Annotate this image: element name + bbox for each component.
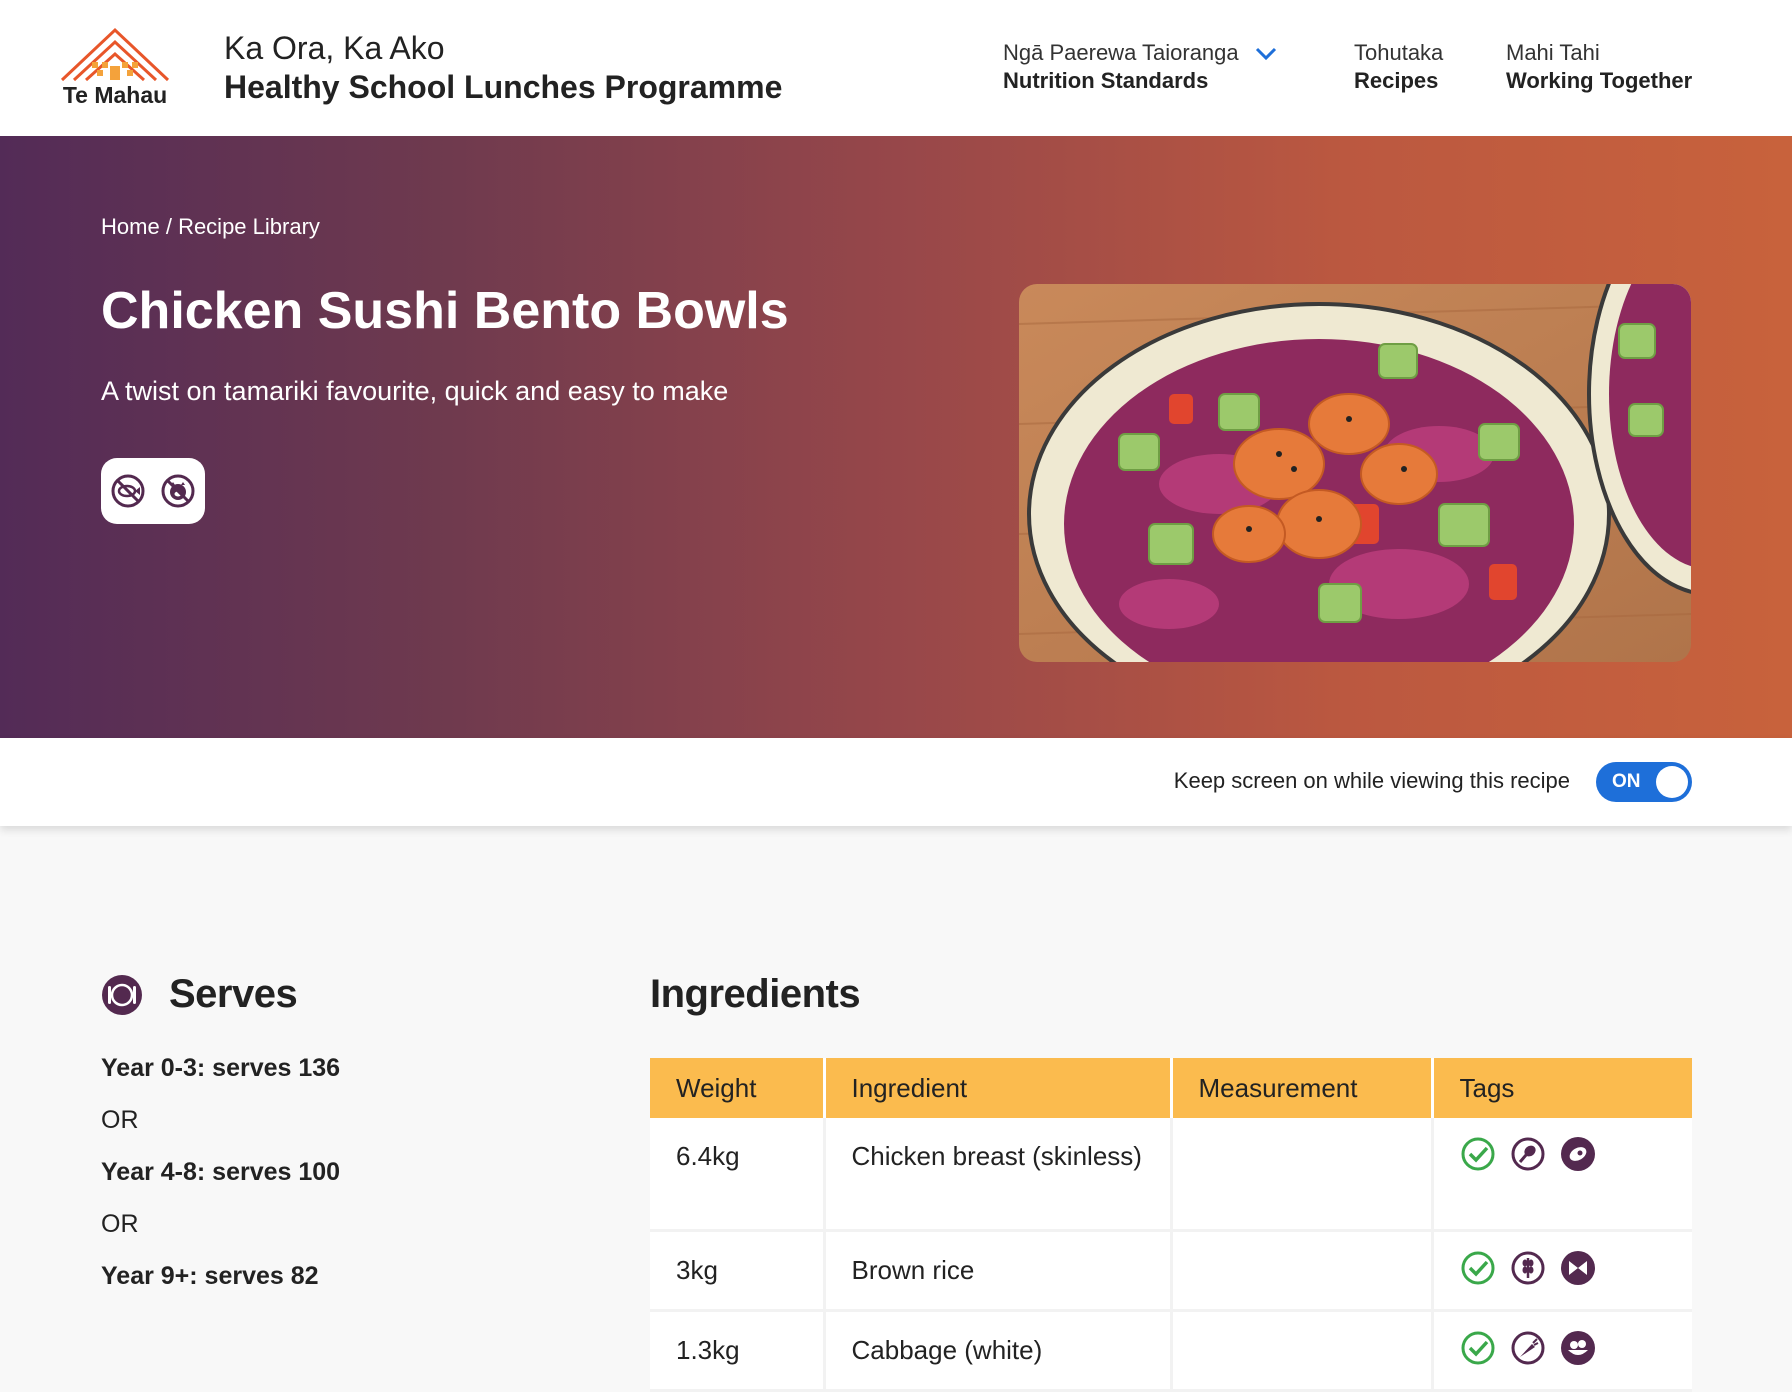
brand-main-title: Healthy School Lunches Programme: [224, 69, 783, 105]
plate-cutlery-icon: [102, 974, 142, 1015]
ingredients-heading: Ingredients: [650, 972, 861, 1016]
ingredients-section: Ingredients Weight Ingredient Measuremen…: [650, 972, 1692, 1392]
dietary-tags: [101, 458, 205, 524]
serves-year-9-plus: Year 9+: serves 82: [101, 1262, 319, 1290]
cell-measurement: [1171, 1118, 1434, 1232]
brand-subtitle: Ka Ora, Ka Ako: [224, 30, 445, 66]
recipe-photo: [1019, 284, 1691, 662]
check-icon: [1461, 1251, 1494, 1284]
grain-icon: [1511, 1251, 1544, 1284]
check-icon: [1461, 1331, 1494, 1364]
cell-tags: [1432, 1310, 1692, 1392]
nav-recipes-maori: Tohutaka: [1354, 40, 1444, 65]
serves-year-0-3: Year 0-3: serves 136: [101, 1054, 341, 1082]
nav-working-together[interactable]: Mahi Tahi Working Together: [1506, 40, 1692, 94]
nav-recipes-english: Recipes: [1354, 68, 1439, 93]
drumstick-icon: [1511, 1137, 1544, 1171]
brand-title[interactable]: Ka Ora, Ka Ako Healthy School Lunches Pr…: [224, 30, 782, 106]
table-row: 1.3kg Cabbage (white): [650, 1310, 1692, 1392]
serves-list: Year 0-3: serves 136 OR Year 4-8: serves…: [101, 1053, 561, 1313]
nav-working-together-maori: Mahi Tahi: [1506, 40, 1600, 65]
serves-section: Serves Year 0-3: serves 136 OR Year 4-8:…: [101, 972, 561, 1313]
cell-measurement: [1171, 1230, 1434, 1312]
keep-screen-label: Keep screen on while viewing this recipe: [1173, 768, 1570, 793]
table-row: 3kg Brown rice: [650, 1230, 1692, 1312]
cell-ingredient: Brown rice: [824, 1230, 1173, 1312]
cell-weight: 1.3kg: [650, 1310, 826, 1392]
table-row: 6.4kg Chicken breast (skinless): [650, 1118, 1692, 1232]
vegetables-icon: [1560, 1330, 1595, 1365]
no-pork-icon: [161, 474, 195, 508]
breadcrumb-home[interactable]: Home: [101, 214, 160, 239]
nav-recipes[interactable]: Tohutaka Recipes: [1354, 40, 1443, 94]
nav-working-together-english: Working Together: [1506, 68, 1693, 93]
cell-weight: 6.4kg: [650, 1118, 826, 1232]
column-header-weight: Weight: [650, 1058, 826, 1118]
cell-ingredient: Chicken breast (skinless): [824, 1118, 1173, 1232]
keep-screen-toggle[interactable]: ON: [1596, 762, 1692, 802]
column-header-ingredient: Ingredient: [824, 1058, 1173, 1118]
breadcrumb-recipe-library[interactable]: Recipe Library: [178, 214, 320, 239]
keep-screen-bar: Keep screen on while viewing this recipe…: [0, 738, 1792, 826]
logo-text: Te Mahau: [62, 82, 168, 108]
column-header-tags: Tags: [1432, 1058, 1692, 1118]
table-header-row: Weight Ingredient Measurement Tags: [650, 1058, 1692, 1118]
carrot-icon: [1511, 1331, 1544, 1364]
cell-ingredient: Cabbage (white): [824, 1310, 1173, 1392]
serves-or: OR: [101, 1210, 139, 1238]
toggle-knob: [1656, 766, 1688, 798]
te-mahau-logo[interactable]: Te Mahau: [52, 26, 178, 112]
te-mahau-logo-mark: [60, 27, 170, 82]
meat-icon: [1560, 1137, 1595, 1171]
nav-nutrition-standards-maori: Ngā Paerewa Taioranga: [1003, 40, 1239, 65]
recipe-subtitle: A twist on tamariki favourite, quick and…: [101, 376, 729, 406]
pasta-icon: [1560, 1250, 1595, 1285]
serves-or: OR: [101, 1106, 139, 1134]
cell-tags: [1432, 1118, 1692, 1232]
site-header: Te Mahau Ka Ora, Ka Ako Healthy School L…: [0, 0, 1792, 136]
column-header-measurement: Measurement: [1171, 1058, 1434, 1118]
no-seafood-icon: [111, 474, 145, 508]
nav-nutrition-standards[interactable]: Ngā Paerewa Taioranga Nutrition Standard…: [1003, 40, 1277, 94]
ingredients-table: Weight Ingredient Measurement Tags 6.4kg…: [650, 1058, 1692, 1392]
breadcrumb: Home / Recipe Library: [101, 214, 320, 240]
recipe-title: Chicken Sushi Bento Bowls: [101, 282, 789, 340]
toggle-state-label: ON: [1612, 771, 1641, 792]
cell-weight: 3kg: [650, 1230, 826, 1312]
chevron-down-icon[interactable]: [1255, 47, 1277, 61]
serves-year-4-8: Year 4-8: serves 100: [101, 1158, 341, 1186]
cell-measurement: [1171, 1310, 1434, 1392]
nav-nutrition-standards-english: Nutrition Standards: [1003, 68, 1209, 93]
recipe-hero: Home / Recipe Library Chicken Sushi Bent…: [0, 136, 1792, 738]
serves-heading: Serves: [169, 972, 298, 1016]
breadcrumb-separator: /: [165, 214, 172, 239]
cell-tags: [1432, 1230, 1692, 1312]
check-icon: [1461, 1137, 1494, 1171]
